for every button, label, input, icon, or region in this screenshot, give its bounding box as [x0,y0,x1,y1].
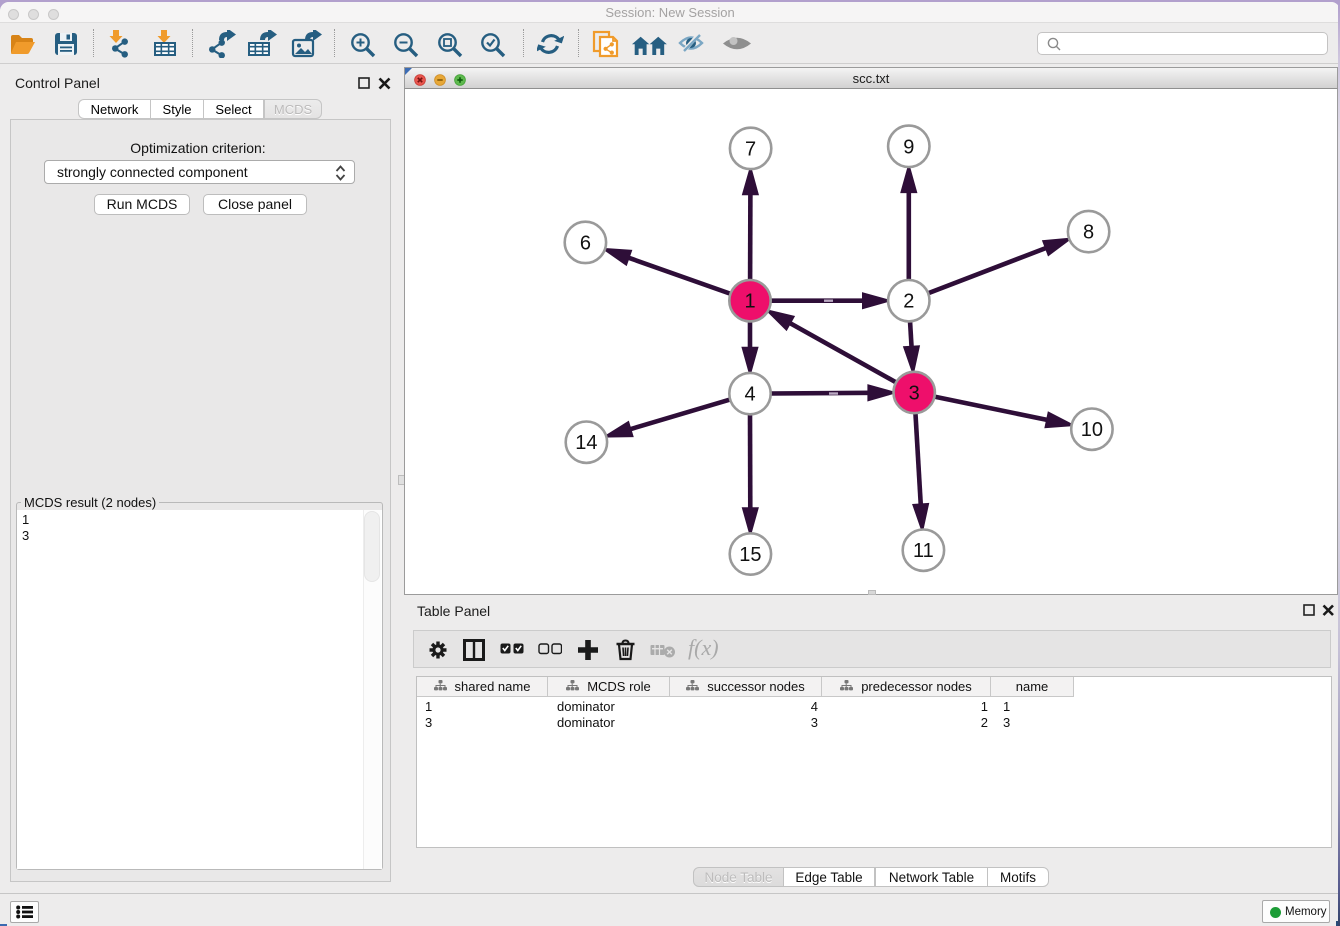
svg-text:8: 8 [1083,222,1094,244]
svg-text:2: 2 [903,291,914,313]
svg-text:7: 7 [745,138,756,160]
svg-text:10: 10 [1081,419,1103,441]
svg-text:1: 1 [744,291,755,313]
svg-text:3: 3 [909,383,920,405]
svg-text:14: 14 [575,432,597,454]
svg-text:9: 9 [903,136,914,158]
svg-text:4: 4 [744,384,755,406]
svg-text:6: 6 [580,232,591,254]
svg-text:15: 15 [739,544,761,566]
svg-text:11: 11 [913,540,934,562]
